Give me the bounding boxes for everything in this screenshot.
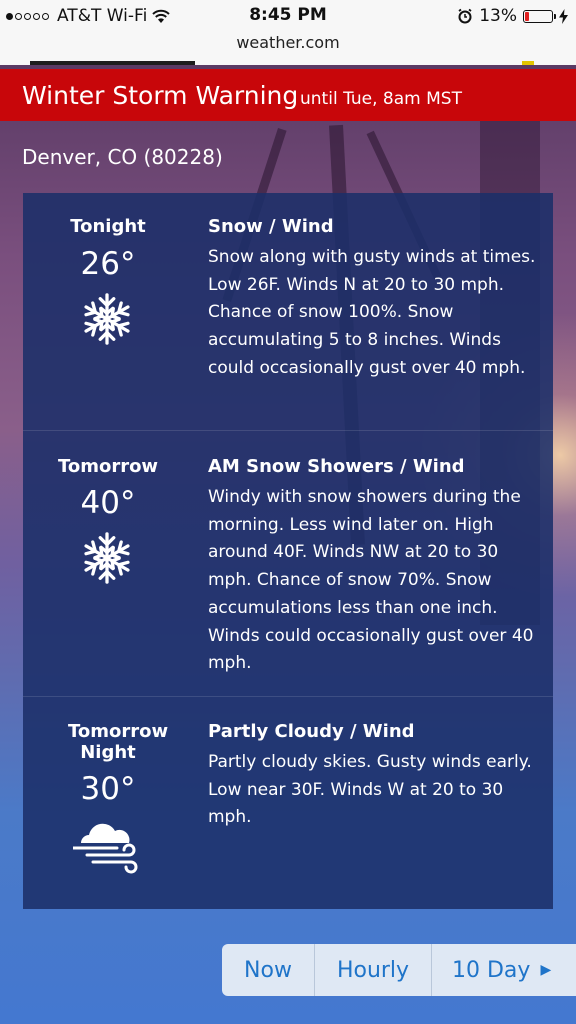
period-temperature: 26° [80,246,136,282]
snowflake-icon [81,532,133,584]
period-name: Tonight [70,216,146,237]
url-text[interactable]: weather.com [236,33,339,52]
weather-page: Winter Storm Warning until Tue, 8am MST … [0,65,576,1024]
alarm-clock-icon [458,8,472,24]
forecast-tabs: Now Hourly 10 Day ▶ [222,944,576,996]
period-description: Partly cloudy skies. Gusty winds early. … [208,752,532,828]
tab-hourly[interactable]: Hourly [315,944,432,996]
tab-label: 10 Day [452,957,531,983]
tab-now[interactable]: Now [222,944,315,996]
period-condition: AM Snow Showers / Wind [208,456,465,477]
address-bar[interactable]: weather.com [0,32,576,62]
period-description: Snow along with gusty winds at times. Lo… [208,247,536,378]
period-temperature: 30° [80,771,136,807]
status-bar: AT&T Wi-Fi 8:45 PM 13% [0,0,576,32]
cloud-wind-icon [73,823,138,874]
period-condition: Snow / Wind [208,216,334,237]
period-condition: Partly Cloudy / Wind [208,721,415,742]
forecast-period-tonight[interactable]: Tonight 26° Snow / Wind Snow along with … [23,193,553,430]
alert-subtitle: until Tue, 8am MST [300,89,462,109]
winter-storm-warning-banner[interactable]: Winter Storm Warning until Tue, 8am MST [0,69,576,121]
period-description: Windy with snow showers during the morni… [208,487,534,674]
period-temperature: 40° [80,485,136,521]
charging-bolt-icon [559,8,568,24]
chevron-right-icon: ▶ [540,962,552,978]
period-name: Tomorrow Night [68,721,169,763]
battery-percent: 13% [479,6,517,26]
snowflake-icon [81,293,133,345]
alert-title[interactable]: Winter Storm Warning [22,81,298,110]
location-label: Denver, CO (80228) [22,145,223,169]
tab-label: Hourly [336,957,410,983]
forecast-period-tomorrow[interactable]: Tomorrow 40° AM Snow Showers / Wind Wind… [23,430,553,697]
status-right: 13% [457,6,568,26]
battery-icon [523,9,556,23]
forecast-period-tomorrow-night[interactable]: Tomorrow Night 30° Partly Cloudy / Wind … [23,696,553,910]
tab-label: Now [244,957,292,983]
forecast-card: Tonight 26° Snow / Wind Snow along with … [23,193,553,909]
tab-10-day[interactable]: 10 Day ▶ [432,944,576,996]
period-name: Tomorrow [57,456,159,477]
